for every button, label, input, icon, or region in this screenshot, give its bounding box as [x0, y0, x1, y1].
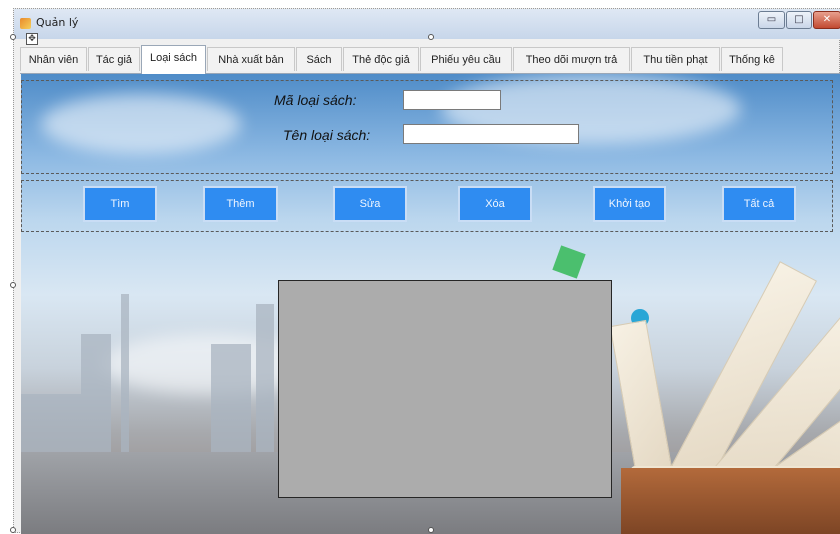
xoa-button[interactable]: Xóa [458, 186, 532, 222]
background-building [81, 334, 111, 454]
tat-ca-button[interactable]: Tất cả [722, 186, 796, 222]
tab-tac-gia[interactable]: Tác giả [88, 47, 140, 71]
tab-content-loai-sach: Mã loại sách: Tên loại sách: Tìm Thêm Sử… [21, 74, 840, 534]
app-icon [20, 18, 31, 29]
tab-thong-ke[interactable]: Thống kê [721, 47, 783, 71]
window-title: Quản lý [36, 16, 79, 29]
resize-handle[interactable] [10, 527, 16, 533]
khoi-tao-button[interactable]: Khởi tạo [593, 186, 666, 222]
tab-sach[interactable]: Sách [296, 47, 342, 71]
resize-handle[interactable] [10, 282, 16, 288]
tab-nha-xuat-ban[interactable]: Nhà xuất bản [207, 47, 295, 71]
tab-loai-sach[interactable]: Loại sách [141, 45, 206, 74]
move-handle-icon[interactable]: ✥ [26, 33, 38, 45]
tab-theo-doi-muon-tra[interactable]: Theo dõi mượn trả [513, 47, 630, 71]
tab-nhan-vien[interactable]: Nhân viên [20, 47, 87, 71]
minimize-button[interactable]: ▭ [758, 11, 785, 29]
resize-handle[interactable] [10, 34, 16, 40]
decorative-letter-shape [552, 245, 586, 279]
tab-phieu-yeu-cau[interactable]: Phiếu yêu cầu [420, 47, 512, 71]
tab-thu-tien-phat[interactable]: Thu tiền phạt [631, 47, 720, 71]
background-building [211, 344, 251, 454]
resize-handle[interactable] [428, 34, 434, 40]
background-building [256, 304, 274, 454]
ten-loai-sach-label: Tên loại sách: [283, 127, 371, 143]
book-cover-image [621, 468, 840, 534]
them-button[interactable]: Thêm [203, 186, 278, 222]
close-button[interactable]: ✕ [813, 11, 840, 29]
tim-button[interactable]: Tìm [83, 186, 157, 222]
form-designer: Quản lý ▭ □ ✕ Nhân viên Tác giả Loại sác… [13, 8, 840, 534]
resize-handle[interactable] [428, 527, 434, 533]
ma-loai-sach-input[interactable] [403, 90, 501, 110]
tab-the-doc-gia[interactable]: Thẻ độc giả [343, 47, 419, 71]
title-bar: Quản lý ▭ □ ✕ [14, 9, 840, 39]
maximize-button[interactable]: □ [786, 11, 812, 29]
ten-loai-sach-input[interactable] [403, 124, 579, 144]
tab-strip: Nhân viên Tác giả Loại sách Nhà xuất bản… [20, 45, 840, 74]
loai-sach-datagrid[interactable] [278, 280, 612, 498]
ma-loai-sach-label: Mã loại sách: [274, 92, 357, 108]
sua-button[interactable]: Sửa [333, 186, 407, 222]
background-tower [121, 294, 129, 454]
background-building [21, 394, 81, 454]
